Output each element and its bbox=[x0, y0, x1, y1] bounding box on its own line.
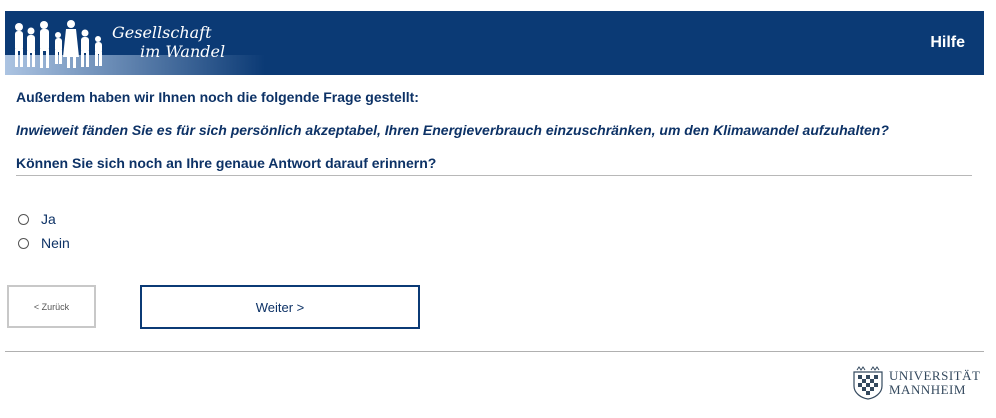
question-text: Inwieweit fänden Sie es für sich persönl… bbox=[16, 122, 889, 138]
brand-line1: Gesellschaft bbox=[112, 23, 212, 42]
footer-divider bbox=[5, 351, 984, 352]
logo-line2: MANNHEIM bbox=[889, 382, 966, 397]
survey-header: Gesellschaft im Wandel Hilfe bbox=[5, 11, 984, 75]
radio-ja[interactable] bbox=[18, 213, 29, 225]
back-button[interactable]: < Zurück bbox=[7, 285, 96, 328]
option-ja-label[interactable]: Ja bbox=[41, 211, 56, 227]
university-logo: UNIVERSITÄT MANNHEIM bbox=[850, 366, 980, 400]
brand-logo: Gesellschaft im Wandel bbox=[112, 23, 225, 61]
intro-text: Außerdem haben wir Ihnen noch die folgen… bbox=[16, 89, 419, 105]
radio-nein[interactable] bbox=[18, 237, 29, 249]
option-nein-label[interactable]: Nein bbox=[41, 235, 70, 251]
people-silhouette-icon bbox=[15, 20, 102, 68]
divider bbox=[16, 175, 972, 176]
help-link[interactable]: Hilfe bbox=[930, 34, 965, 52]
next-button[interactable]: Weiter > bbox=[140, 285, 420, 329]
logo-line1: UNIVERSITÄT bbox=[889, 368, 981, 383]
university-crest-icon bbox=[853, 366, 883, 400]
option-nein[interactable]: Nein bbox=[18, 234, 70, 252]
brand-line2: im Wandel bbox=[140, 42, 226, 61]
subquestion-text: Können Sie sich noch an Ihre genaue Antw… bbox=[16, 155, 437, 171]
option-ja[interactable]: Ja bbox=[18, 210, 56, 228]
